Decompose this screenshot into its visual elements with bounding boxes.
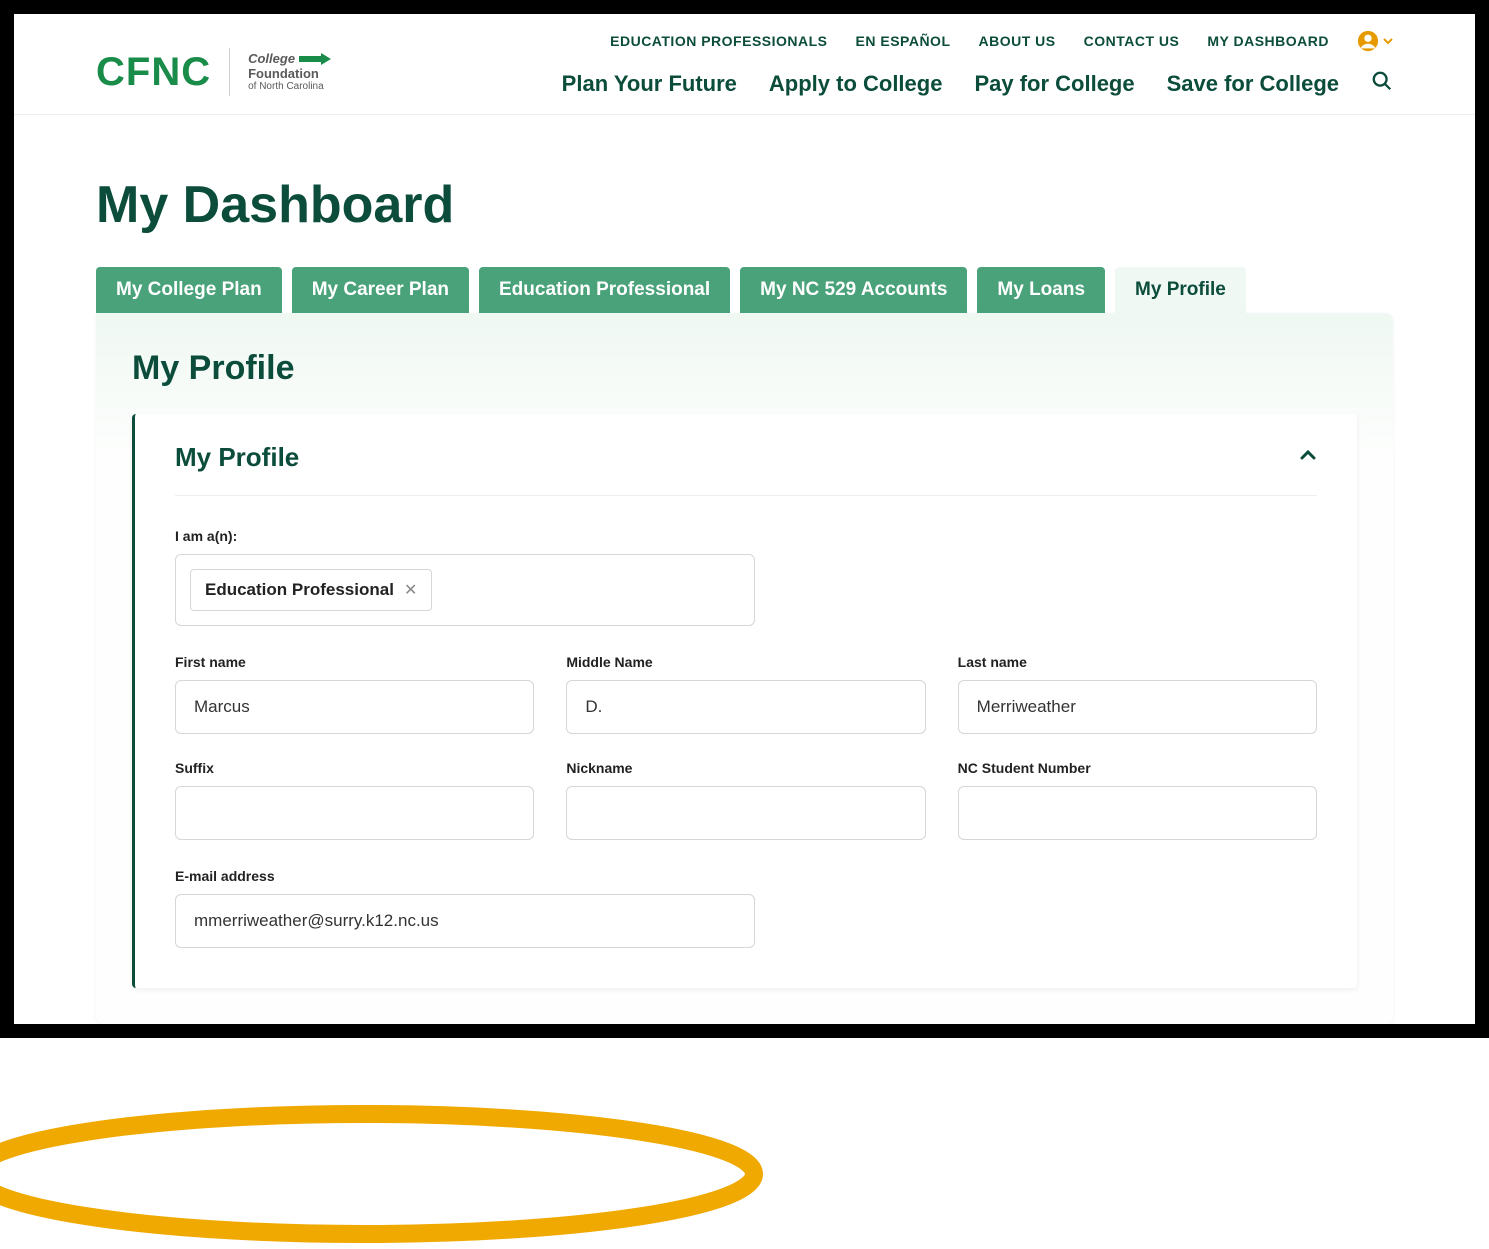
nickname-label: Nickname: [566, 760, 925, 776]
logo-cfnc: CFNC: [96, 50, 211, 95]
logo-subtext: College Foundation of North Carolina: [248, 52, 331, 92]
dashboard-tabs: My College Plan My Career Plan Education…: [96, 267, 1393, 313]
last-name-label: Last name: [958, 654, 1317, 670]
panel-heading: My Profile: [132, 349, 1357, 388]
nc-student-number-label: NC Student Number: [958, 760, 1317, 776]
tab-my-career-plan[interactable]: My Career Plan: [292, 267, 469, 313]
iam-chip-text: Education Professional: [205, 580, 394, 600]
nc-student-number-input[interactable]: [958, 786, 1317, 840]
util-education-professionals[interactable]: EDUCATION PROFESSIONALS: [610, 33, 827, 49]
util-en-espanol[interactable]: EN ESPAÑOL: [856, 33, 951, 49]
card-heading: My Profile: [175, 442, 299, 473]
nickname-input[interactable]: [566, 786, 925, 840]
first-name-input[interactable]: [175, 680, 534, 734]
iam-label: I am a(n):: [175, 528, 1317, 544]
iam-tag-input[interactable]: Education Professional ✕: [175, 554, 755, 626]
suffix-label: Suffix: [175, 760, 534, 776]
logo-sub-line3: of North Carolina: [248, 81, 331, 92]
chevron-down-icon: [1383, 36, 1393, 46]
util-about-us[interactable]: ABOUT US: [979, 33, 1056, 49]
email-input[interactable]: [175, 894, 755, 948]
arrow-icon: [299, 53, 331, 65]
brand-divider: [229, 48, 230, 96]
brand-block: CFNC College Foundation of North Carolin…: [96, 48, 331, 96]
page-title: My Dashboard: [96, 175, 1393, 235]
iam-chip: Education Professional ✕: [190, 569, 432, 611]
utility-nav: EDUCATION PROFESSIONALS EN ESPAÑOL ABOUT…: [610, 30, 1393, 52]
util-contact-us[interactable]: CONTACT US: [1084, 33, 1180, 49]
suffix-input[interactable]: [175, 786, 534, 840]
top-header: CFNC College Foundation of North Carolin…: [14, 14, 1475, 115]
tab-education-professional[interactable]: Education Professional: [479, 267, 730, 313]
tab-my-profile[interactable]: My Profile: [1115, 267, 1246, 313]
last-name-input[interactable]: [958, 680, 1317, 734]
profile-card: My Profile I am a(n): Education Professi…: [132, 414, 1357, 988]
nav-save-for-college[interactable]: Save for College: [1167, 71, 1339, 97]
email-label: E-mail address: [175, 868, 755, 884]
tab-my-nc-529-accounts[interactable]: My NC 529 Accounts: [740, 267, 967, 313]
nav-apply-to-college[interactable]: Apply to College: [769, 71, 943, 97]
middle-name-input[interactable]: [566, 680, 925, 734]
collapse-toggle[interactable]: [1299, 446, 1317, 469]
tab-my-college-plan[interactable]: My College Plan: [96, 267, 282, 313]
chip-remove-icon[interactable]: ✕: [404, 580, 417, 600]
chevron-up-icon: [1299, 446, 1317, 464]
logo-sub-line2: Foundation: [248, 67, 331, 81]
highlight-oval: [0, 1099, 774, 1249]
main-nav: Plan Your Future Apply to College Pay fo…: [562, 70, 1393, 114]
profile-panel: My Profile My Profile I am a(n): Educati…: [96, 313, 1393, 1024]
user-icon: [1357, 30, 1379, 52]
logo-sub-line1: College: [248, 52, 295, 66]
nav-plan-your-future[interactable]: Plan Your Future: [562, 71, 737, 97]
util-my-dashboard[interactable]: MY DASHBOARD: [1207, 33, 1329, 49]
search-icon[interactable]: [1371, 70, 1393, 98]
nav-pay-for-college[interactable]: Pay for College: [974, 71, 1134, 97]
account-menu[interactable]: [1357, 30, 1393, 52]
tab-my-loans[interactable]: My Loans: [977, 267, 1105, 313]
first-name-label: First name: [175, 654, 534, 670]
middle-name-label: Middle Name: [566, 654, 925, 670]
